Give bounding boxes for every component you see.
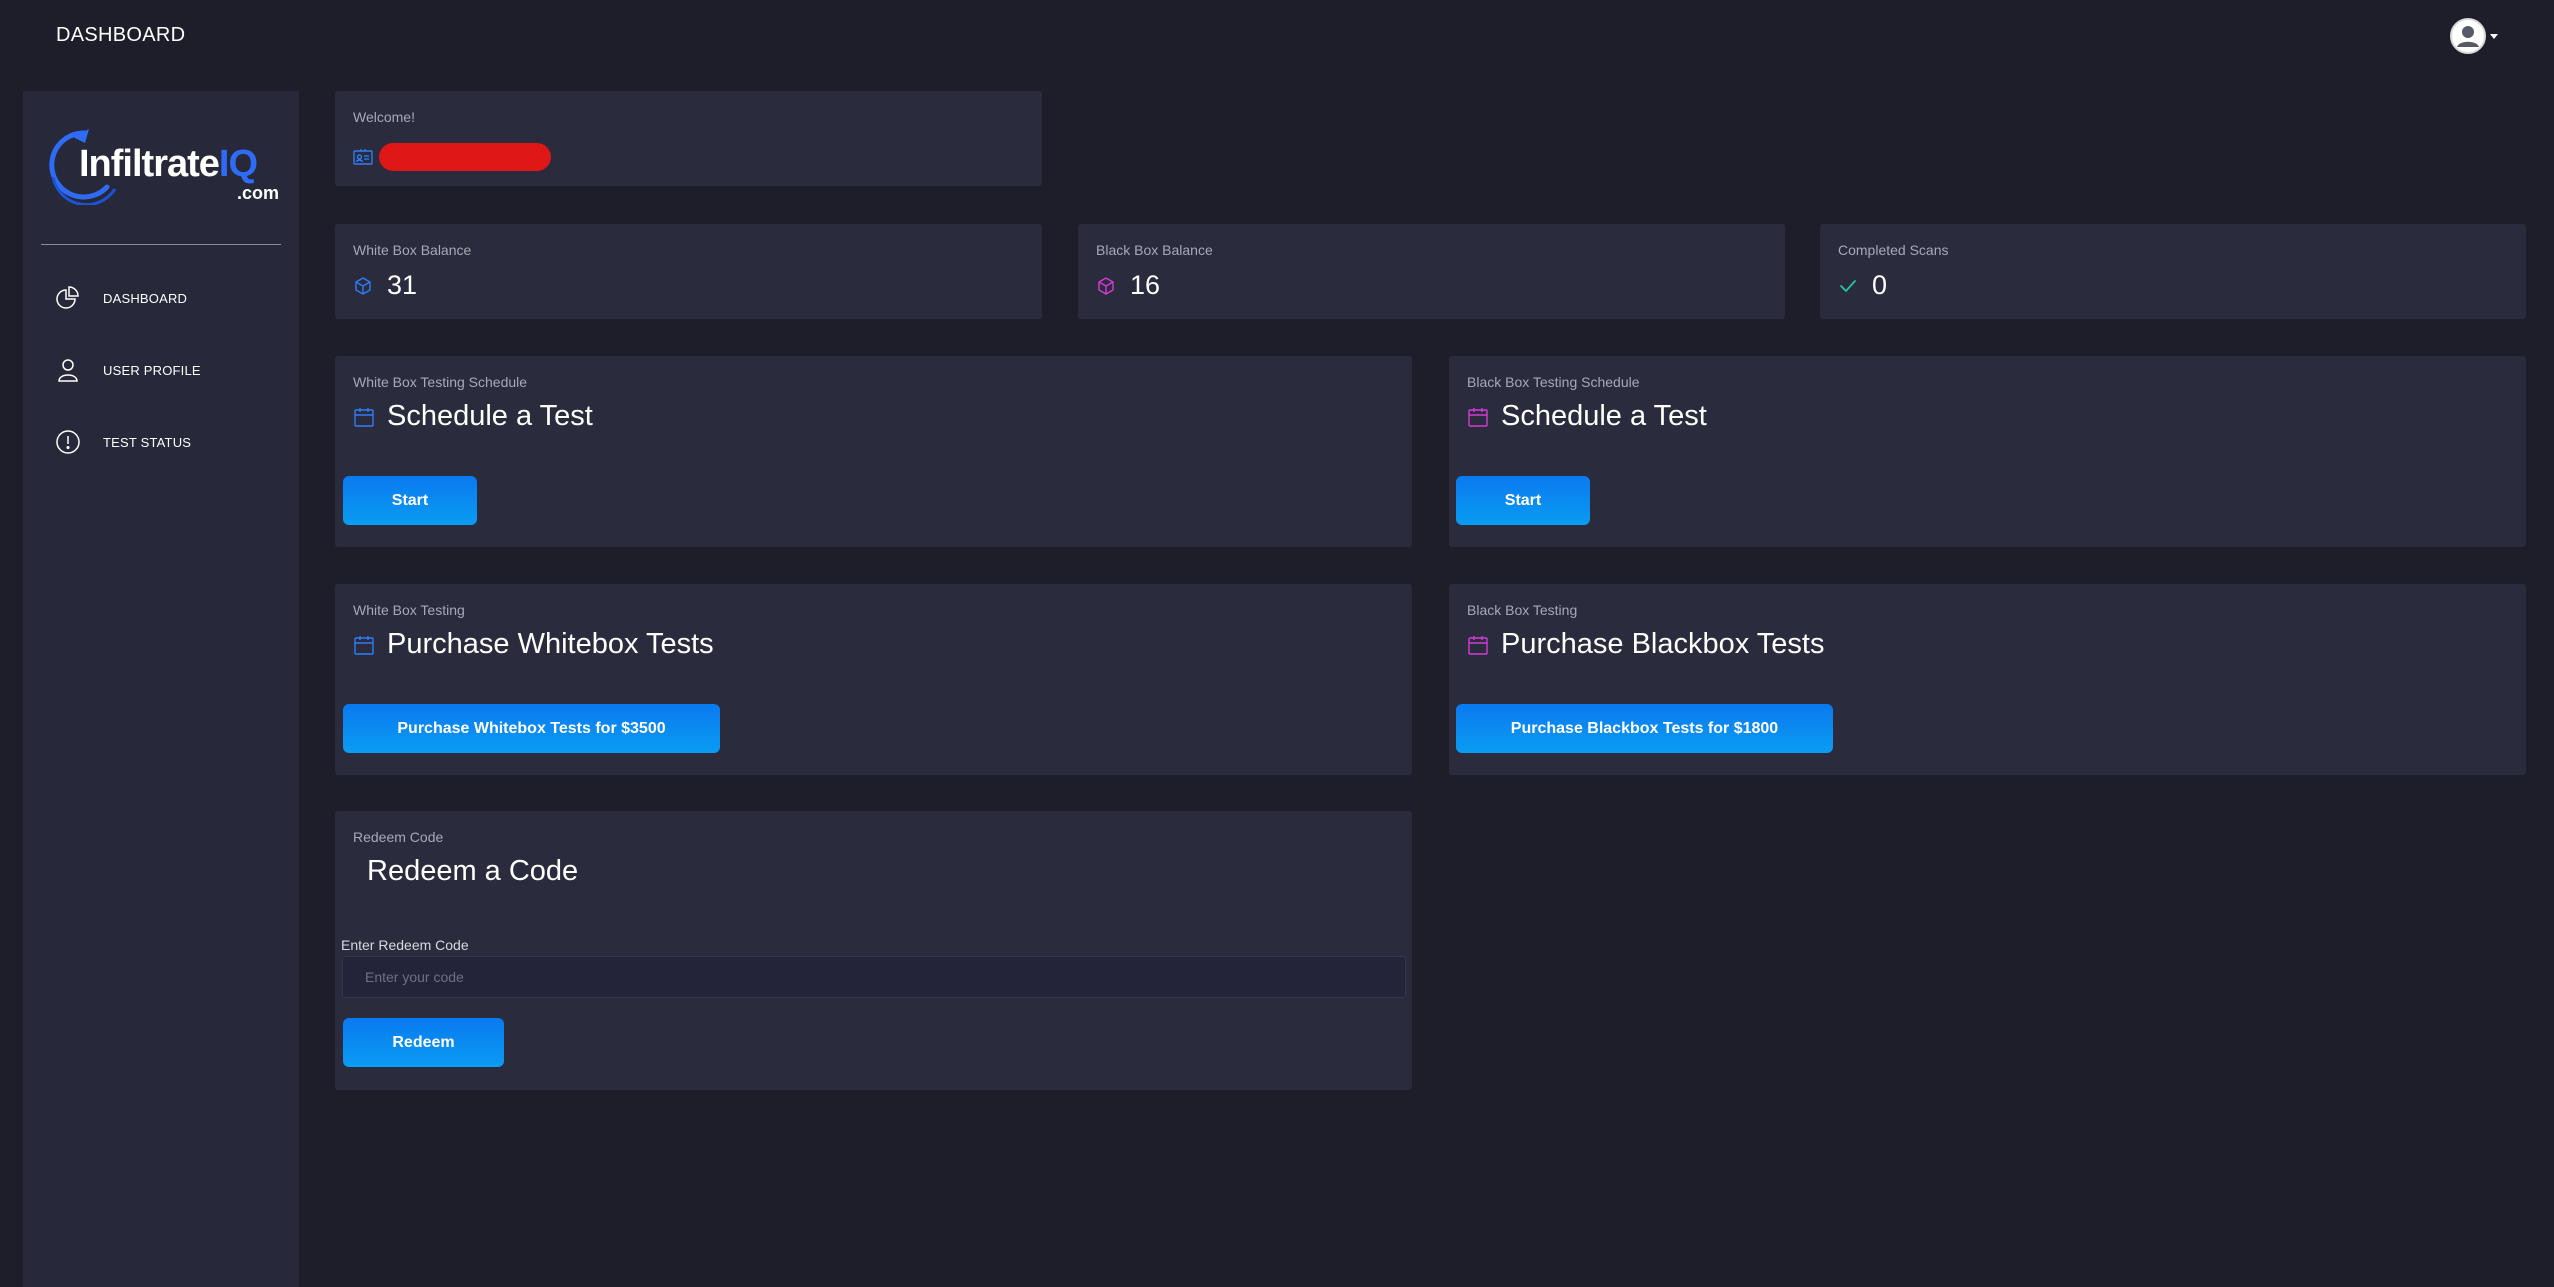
card-heading: Schedule a Test [1501, 400, 1707, 432]
black-box-schedule-card: Black Box Testing Schedule Schedule a Te… [1449, 356, 2526, 547]
top-bar: DASHBOARD [0, 0, 2554, 74]
logo-text-main: Infiltrate [79, 143, 220, 185]
id-card-icon [353, 149, 373, 165]
welcome-row [353, 143, 551, 171]
card-heading: Purchase Blackbox Tests [1501, 628, 1825, 660]
avatar[interactable] [2450, 18, 2486, 54]
chevron-down-icon[interactable] [2490, 33, 2498, 39]
redeem-button[interactable]: Redeem [343, 1018, 504, 1067]
cube-icon [355, 276, 371, 295]
sidebar-item-dashboard[interactable]: DASHBOARD [55, 280, 275, 316]
welcome-card: Welcome! [335, 91, 1042, 186]
stat-row: 0 [1838, 270, 1887, 301]
calendar-icon [1468, 407, 1488, 427]
user-icon [55, 357, 81, 383]
stat-card-white-box-balance: White Box Balance 31 [335, 224, 1042, 319]
card-heading-row: Purchase Blackbox Tests [1467, 628, 1824, 661]
calendar-icon [1468, 635, 1488, 655]
page-title: DASHBOARD [56, 24, 186, 46]
stat-label: Completed Scans [1838, 242, 1949, 258]
black-box-purchase-card: Black Box Testing Purchase Blackbox Test… [1449, 584, 2526, 775]
logo-wordmark: InfiltrateIQ [79, 143, 258, 185]
white-box-schedule-card: White Box Testing Schedule Schedule a Te… [335, 356, 1412, 547]
stat-card-completed-scans: Completed Scans 0 [1820, 224, 2526, 319]
logo-text-accent: IQ [218, 143, 258, 185]
purchase-whitebox-button[interactable]: Purchase Whitebox Tests for $3500 [343, 704, 720, 753]
check-icon [1840, 279, 1856, 292]
welcome-label: Welcome! [353, 109, 415, 125]
pie-chart-icon [55, 285, 81, 311]
user-menu-toggle[interactable] [2450, 18, 2502, 54]
stat-value: 31 [387, 270, 418, 300]
brand-logo[interactable]: InfiltrateIQ .com [45, 125, 285, 205]
logo-domain: .com [237, 183, 280, 203]
sidebar: InfiltrateIQ .com DASHBOARD USER PROFILE [23, 91, 299, 1287]
white-box-purchase-card: White Box Testing Purchase Whitebox Test… [335, 584, 1412, 775]
stat-value: 16 [1130, 270, 1161, 300]
card-label: Black Box Testing Schedule [1467, 374, 1640, 390]
cube-icon [1098, 276, 1114, 295]
card-heading: Redeem a Code [367, 855, 579, 887]
card-heading-row: Purchase Whitebox Tests [353, 628, 714, 661]
calendar-icon [354, 635, 374, 655]
white-box-start-button[interactable]: Start [343, 476, 477, 525]
black-box-start-button[interactable]: Start [1456, 476, 1590, 525]
info-circle-icon [55, 429, 81, 455]
card-heading-row: Schedule a Test [353, 400, 593, 433]
sidebar-item-label: USER PROFILE [103, 362, 201, 378]
card-heading-row: Schedule a Test [1467, 400, 1707, 433]
stat-label: White Box Balance [353, 242, 472, 258]
redacted-username [379, 143, 551, 171]
card-label: Redeem Code [353, 829, 444, 845]
sidebar-item-label: DASHBOARD [103, 290, 188, 306]
card-label: Black Box Testing [1467, 602, 1578, 618]
stat-label: Black Box Balance [1096, 242, 1213, 258]
sidebar-divider [41, 244, 281, 245]
stat-row: 16 [1096, 270, 1160, 301]
card-heading: Purchase Whitebox Tests [387, 628, 714, 660]
stat-row: 31 [353, 270, 417, 301]
card-label: White Box Testing Schedule [353, 374, 528, 390]
calendar-icon [354, 407, 374, 427]
stat-value: 0 [1872, 270, 1888, 300]
sidebar-item-label: TEST STATUS [103, 434, 192, 450]
redeem-code-input[interactable] [342, 956, 1406, 998]
card-heading: Schedule a Test [387, 400, 593, 432]
purchase-blackbox-button[interactable]: Purchase Blackbox Tests for $1800 [1456, 704, 1833, 753]
sidebar-item-user-profile[interactable]: USER PROFILE [55, 352, 275, 388]
user-avatar-icon [2453, 21, 2483, 51]
sidebar-item-test-status[interactable]: TEST STATUS [55, 424, 275, 460]
redeem-field-label: Enter Redeem Code [341, 937, 469, 953]
redeem-card: Redeem Code Redeem a Code Enter Redeem C… [335, 811, 1412, 1090]
card-label: White Box Testing [353, 602, 465, 618]
stat-card-black-box-balance: Black Box Balance 16 [1078, 224, 1785, 319]
